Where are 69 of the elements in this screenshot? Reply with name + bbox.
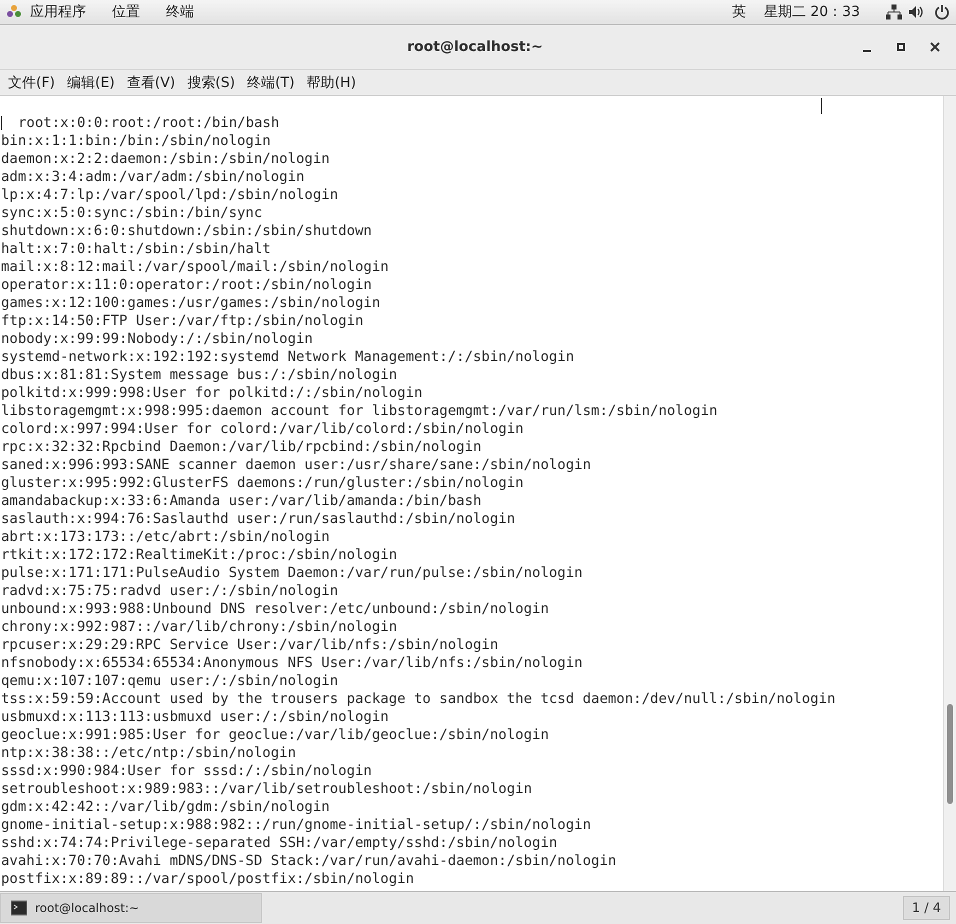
text-cursor-icon: [821, 98, 822, 114]
menu-item[interactable]: 帮助(H): [300, 74, 362, 92]
terminal-line: nfsnobody:x:65534:65534:Anonymous NFS User:/var/lib/nfs:/sbin/nologin: [1, 654, 583, 672]
menu-item[interactable]: 编辑(E): [60, 74, 121, 92]
terminal-line: chrony:x:992:987::/var/lib/chrony:/sbin/nologin: [1, 618, 398, 636]
terminal-line: nobody:x:99:99:Nobody:/:/sbin/nologin: [1, 330, 313, 348]
maximize-icon: [896, 42, 906, 52]
terminal-line: setroubleshoot:x:989:983::/var/lib/setroubleshoot:/sbin/nologin: [1, 780, 532, 798]
terminal-line: gluster:x:995:992:GlusterFS daemons:/run/gluster:/sbin/nologin: [1, 474, 524, 492]
menu-item[interactable]: 搜索(S): [181, 74, 242, 92]
menu-item[interactable]: 终端(T): [241, 74, 301, 92]
workspace-switcher[interactable]: 1 / 4: [902, 896, 950, 920]
top-menu[interactable]: 位置: [112, 3, 140, 21]
terminal-line: usbmuxd:x:113:113:usbmuxd user:/:/sbin/nologin: [1, 708, 389, 726]
terminal-line: games:x:12:100:games:/usr/games:/sbin/nologin: [1, 294, 380, 312]
terminal-line: daemon:x:2:2:daemon:/sbin:/sbin/nologin: [1, 150, 330, 168]
terminal-line: ntp:x:38:38::/etc/ntp:/sbin/nologin: [1, 744, 296, 762]
terminal-line: sshd:x:74:74:Privilege-separated SSH:/var/empty/sshd:/sbin/nologin: [1, 834, 558, 852]
volume-icon: [908, 4, 924, 20]
apps-icon: [6, 4, 22, 20]
terminal-icon: [11, 900, 27, 916]
terminal-line: halt:x:7:0:halt:/sbin:/sbin/halt: [1, 240, 271, 258]
terminal-line: gdm:x:42:42::/var/lib/gdm:/sbin/nologin: [1, 798, 330, 816]
terminal-line: gnome-initial-setup:x:988:982::/run/gnome-initial-setup/:/sbin/nologin: [1, 816, 592, 834]
terminal-line: qemu:x:107:107:qemu user:/:/sbin/nologin: [1, 672, 338, 690]
terminal-line: abrt:x:173:173::/etc/abrt:/sbin/nologin: [1, 528, 330, 546]
minimize-icon: [863, 50, 871, 52]
terminal-line: sync:x:5:0:sync:/sbin:/bin/sync: [1, 204, 262, 222]
network-icon: [886, 4, 902, 20]
terminal-line: adm:x:3:4:adm:/var/adm:/sbin/nologin: [1, 168, 304, 186]
close-icon: [930, 42, 940, 52]
terminal-line: radvd:x:75:75:radvd user:/:/sbin/nologin: [1, 582, 338, 600]
terminal-line: rtkit:x:172:172:RealtimeKit:/proc:/sbin/nologin: [1, 546, 398, 564]
scrollbar-thumb[interactable]: [947, 704, 953, 804]
power-icon: [934, 4, 950, 20]
terminal-line: polkitd:x:999:998:User for polkitd:/:/sbin/nologin: [1, 384, 422, 402]
terminal-line: tss:x:59:59:Account used by the trousers package to sandbox the tcsd daemon:/dev/null:/sbin/nologin: [1, 690, 836, 708]
terminal-line: sssd:x:990:984:User for sssd:/:/sbin/nologin: [1, 762, 372, 780]
terminal-line: lp:x:4:7:lp:/var/spool/lpd:/sbin/nologin: [1, 186, 338, 204]
terminal-line: libstoragemgmt:x:998:995:daemon account for libstoragemgmt:/var/run/lsm:/sbin/nologin: [1, 402, 718, 420]
terminal-line: unbound:x:993:988:Unbound DNS resolver:/etc/unbound:/sbin/nologin: [1, 600, 549, 618]
terminal-line: dbus:x:81:81:System message bus:/:/sbin/nologin: [1, 366, 398, 384]
terminal-line: systemd-network:x:192:192:systemd Network Management:/:/sbin/nologin: [1, 348, 574, 366]
clock[interactable]: 星期二 20：33: [764, 3, 860, 21]
menu-item[interactable]: 文件(F): [2, 74, 61, 92]
terminal-line: geoclue:x:991:985:User for geoclue:/var/lib/geoclue:/sbin/nologin: [1, 726, 549, 744]
terminal-line: operator:x:11:0:operator:/root:/sbin/nologin: [1, 276, 372, 294]
terminal-line: shutdown:x:6:0:shutdown:/sbin:/sbin/shutdown: [1, 222, 372, 240]
terminal-line: ftp:x:14:50:FTP User:/var/ftp:/sbin/nologin: [1, 312, 364, 330]
terminal-line: saned:x:996:993:SANE scanner daemon user:/usr/share/sane:/sbin/nologin: [1, 456, 592, 474]
terminal-line: avahi:x:70:70:Avahi mDNS/DNS-SD Stack:/var/run/avahi-daemon:/sbin/nologin: [1, 852, 616, 870]
terminal-line: bin:x:1:1:bin:/bin:/sbin/nologin: [1, 132, 271, 150]
input-method[interactable]: 英: [732, 3, 746, 21]
terminal-line: postfix:x:89:89::/var/spool/postfix:/sbin/nologin: [1, 870, 414, 888]
menu-item[interactable]: 查看(V): [120, 74, 182, 92]
terminal-line: root:x:0:0:root:/root:/bin/bash: [18, 114, 280, 132]
top-menu[interactable]: 终端: [166, 3, 194, 21]
taskbar-item[interactable]: root@localhost:~: [0, 893, 262, 923]
terminal-line: amandabackup:x:33:6:Amanda user:/var/lib/amanda:/bin/bash: [1, 492, 482, 510]
caret-icon: [1, 116, 2, 130]
scrollbar[interactable]: [943, 96, 956, 891]
terminal-line: mail:x:8:12:mail:/var/spool/mail:/sbin/nologin: [1, 258, 389, 276]
top-menu[interactable]: 应用程序: [30, 3, 86, 21]
terminal-line: pulse:x:171:171:PulseAudio System Daemon:/var/run/pulse:/sbin/nologin: [1, 564, 583, 582]
terminal-line: rpc:x:32:32:Rpcbind Daemon:/var/lib/rpcbind:/sbin/nologin: [1, 438, 482, 456]
terminal-line: saslauth:x:994:76:Saslauthd user:/run/saslauthd:/sbin/nologin: [1, 510, 516, 528]
terminal-line: rpcuser:x:29:29:RPC Service User:/var/lib/nfs:/sbin/nologin: [1, 636, 498, 654]
window-title: root@localhost:~: [406, 39, 544, 55]
terminal-line: colord:x:997:994:User for colord:/var/lib/colord:/sbin/nologin: [1, 420, 524, 438]
